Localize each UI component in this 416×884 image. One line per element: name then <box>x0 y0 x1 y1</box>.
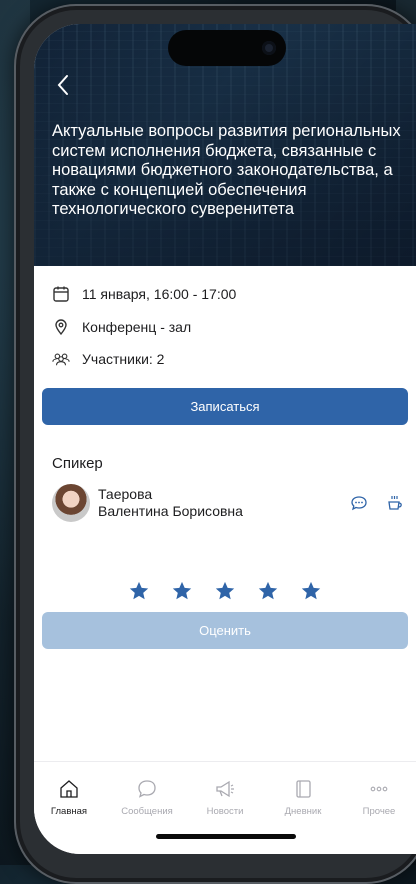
star-icon[interactable] <box>300 580 322 602</box>
chevron-left-icon <box>57 75 68 95</box>
chat-icon[interactable] <box>350 494 368 512</box>
speaker-actions <box>350 494 404 512</box>
coffee-cup-icon[interactable] <box>386 494 404 512</box>
camera-icon <box>262 41 276 55</box>
rating-stars[interactable] <box>128 580 322 602</box>
event-participants-row: Участники: 2 <box>52 350 164 368</box>
star-icon[interactable] <box>257 580 279 602</box>
event-participants: Участники: 2 <box>82 351 165 367</box>
location-pin-icon <box>55 319 67 336</box>
tab-messages-label: Сообщения <box>121 806 173 817</box>
event-datetime: 11 января, 16:00 - 17:00 <box>82 286 237 302</box>
tab-diary[interactable]: Дневник <box>268 778 338 817</box>
event-header-banner: Актуальные вопросы развития региональных… <box>34 24 416 266</box>
star-icon[interactable] <box>128 580 150 602</box>
tab-news[interactable]: Новости <box>190 778 260 817</box>
home-icon <box>60 780 78 798</box>
speaker-card[interactable]: Таерова Валентина Борисовна <box>52 484 243 522</box>
tab-home-label: Главная <box>50 806 88 817</box>
star-icon[interactable] <box>171 580 193 602</box>
back-button[interactable] <box>56 74 80 98</box>
star-icon[interactable] <box>214 580 236 602</box>
people-icon <box>52 353 70 366</box>
event-location-row: Конференц - зал <box>52 318 191 336</box>
home-indicator <box>156 834 296 839</box>
megaphone-icon <box>216 780 234 798</box>
tab-more[interactable]: Прочее <box>344 778 414 817</box>
avatar <box>52 484 90 522</box>
speaker-last-name: Таерова <box>98 486 153 502</box>
speaker-name: Таерова Валентина Борисовна <box>98 486 243 520</box>
tab-home[interactable]: Главная <box>34 778 104 817</box>
notebook-icon <box>296 780 311 798</box>
event-title: Актуальные вопросы развития региональных… <box>52 122 401 218</box>
speaker-section-title: Спикер <box>52 455 103 472</box>
event-location: Конференц - зал <box>82 319 192 335</box>
tab-messages[interactable]: Сообщения <box>112 778 182 817</box>
register-button[interactable]: Записаться <box>42 388 408 425</box>
tab-more-label: Прочее <box>362 806 396 817</box>
more-icon <box>370 786 388 792</box>
app-screen: Актуальные вопросы развития региональных… <box>34 24 416 854</box>
chat-icon <box>138 780 156 798</box>
event-datetime-row: 11 января, 16:00 - 17:00 <box>52 285 236 303</box>
dynamic-island <box>168 30 286 66</box>
tab-news-label: Новости <box>206 806 244 817</box>
rate-button[interactable]: Оценить <box>42 612 408 649</box>
calendar-icon <box>53 286 69 302</box>
speaker-first-name: Валентина Борисовна <box>98 503 243 519</box>
bottom-tab-bar: Главная Сообщения Новости Дневник Прочее <box>34 761 416 854</box>
tab-diary-label: Дневник <box>284 806 322 817</box>
